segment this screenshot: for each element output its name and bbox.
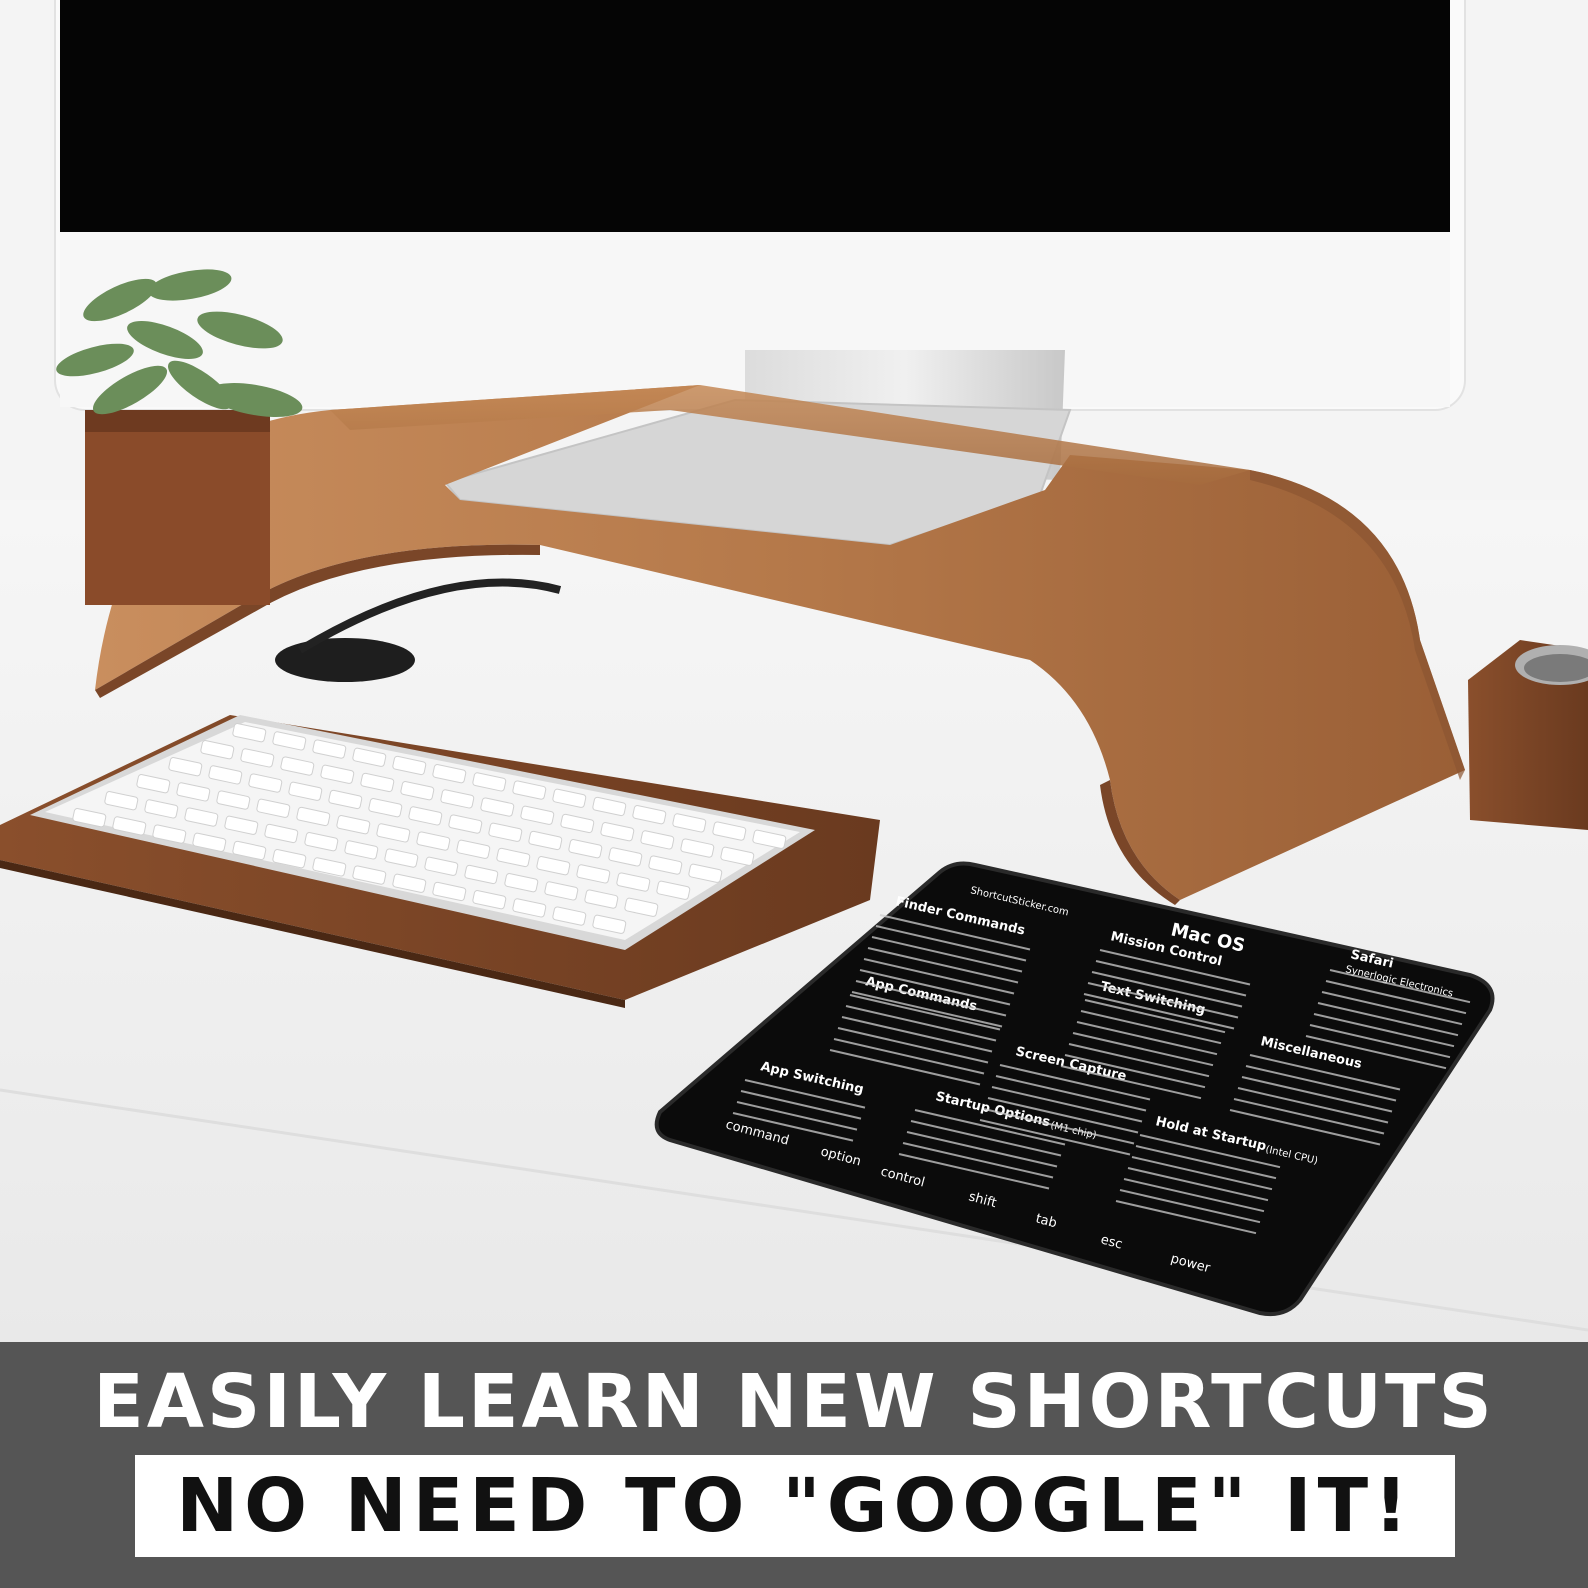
wood-holder [1468,640,1588,830]
monitor [54,0,1466,411]
monitor-screen [60,0,1450,232]
plant-pot [85,410,270,605]
charging-puck [275,638,415,682]
banner-headline: EASILY LEARN NEW SHORTCUTS [93,1359,1495,1445]
banner-subline: NO NEED TO "GOOGLE" IT! [176,1463,1414,1549]
